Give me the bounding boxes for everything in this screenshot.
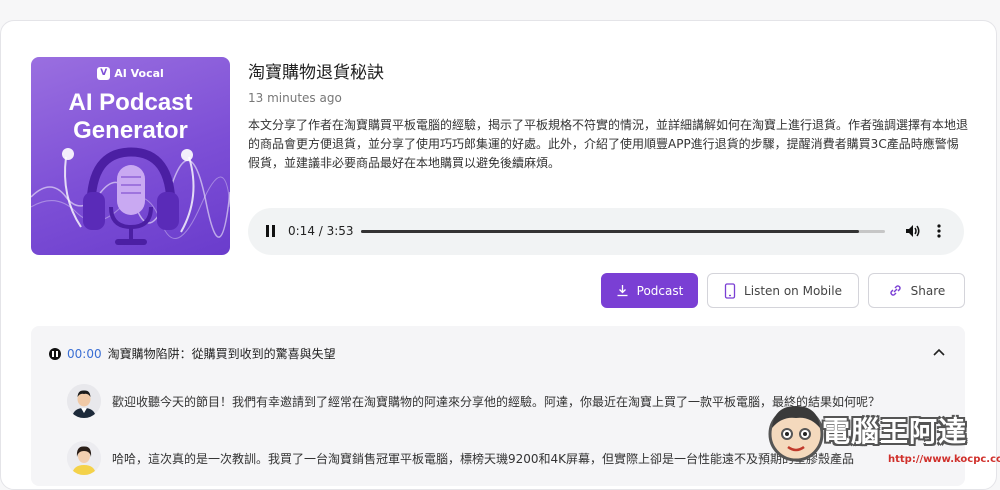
list-item: 歡迎收聽今天的節目！我們有幸邀請到了經常在淘寶購物的阿達來分享他的經驗。阿達，你… [67, 384, 880, 418]
chapter-header[interactable]: 00:00 淘寶購物陷阱：從購買到收到的驚喜與失望 [49, 345, 336, 362]
cover-title: AI Podcast Generator [31, 89, 230, 145]
chapter-title: 淘寶購物陷阱：從購買到收到的驚喜與失望 [107, 347, 336, 361]
audio-player: 0:14 / 3:53 [248, 208, 964, 255]
mobile-phone-icon [724, 282, 736, 299]
headphones-microphone-illustration [31, 147, 230, 245]
ai-vocal-logo-icon: V [97, 67, 111, 80]
cover-title-line2: Generator [73, 117, 188, 144]
cover-brand-label: AI Vocal [114, 67, 164, 80]
episode-summary: 本文分享了作者在淘寶購買平板電腦的經驗，揭示了平板規格不符實的情況，並詳細講解如… [248, 118, 969, 170]
avatar [67, 384, 101, 418]
share-button[interactable]: Share [868, 273, 965, 308]
watermark-text: 電腦王阿達 [822, 415, 968, 448]
chapter-pause-icon[interactable] [49, 347, 61, 360]
female-guest-avatar-icon [67, 441, 101, 475]
seek-bar[interactable] [361, 230, 885, 233]
cover-title-line1: AI Podcast [68, 89, 193, 116]
chevron-up-icon[interactable] [933, 348, 945, 356]
player-time: 0:14 / 3:53 [288, 224, 354, 238]
avatar [67, 441, 101, 475]
watermark-url: http://www.kocpc.com.tw [888, 454, 1000, 465]
seek-bar-progress [361, 230, 859, 233]
transcript-message: 哈哈，這次真的是一次教訓。我買了一台淘寶銷售冠軍平板電腦，標榜天璣9200和4K… [112, 451, 855, 466]
link-icon [890, 285, 901, 296]
download-podcast-label: Podcast [636, 283, 684, 298]
site-watermark: 電腦王阿達 http://www.kocpc.com.tw [766, 396, 1000, 474]
male-host-avatar-icon [67, 384, 101, 418]
mascot-face-icon [768, 406, 824, 462]
listen-on-mobile-label: Listen on Mobile [744, 283, 842, 298]
transcript-message: 歡迎收聽今天的節目！我們有幸邀請到了經常在淘寶購物的阿達來分享他的經驗。阿達，你… [112, 394, 881, 409]
pause-icon[interactable] [265, 225, 277, 238]
download-icon [617, 285, 628, 297]
episode-title: 淘寶購物退貨秘訣 [248, 63, 384, 83]
podcast-cover-art: V AI Vocal AI Podcast Generator [31, 57, 230, 255]
share-label: Share [910, 283, 946, 298]
episode-timestamp: 13 minutes ago [248, 91, 342, 105]
list-item: 哈哈，這次真的是一次教訓。我買了一台淘寶銷售冠軍平板電腦，標榜天璣9200和4K… [67, 441, 854, 475]
download-podcast-button[interactable]: Podcast [601, 273, 698, 308]
listen-on-mobile-button[interactable]: Listen on Mobile [707, 273, 859, 308]
more-options-icon[interactable] [936, 223, 942, 239]
volume-icon[interactable] [905, 223, 921, 239]
chapter-time[interactable]: 00:00 [67, 347, 102, 361]
cover-brand: V AI Vocal [31, 67, 230, 80]
